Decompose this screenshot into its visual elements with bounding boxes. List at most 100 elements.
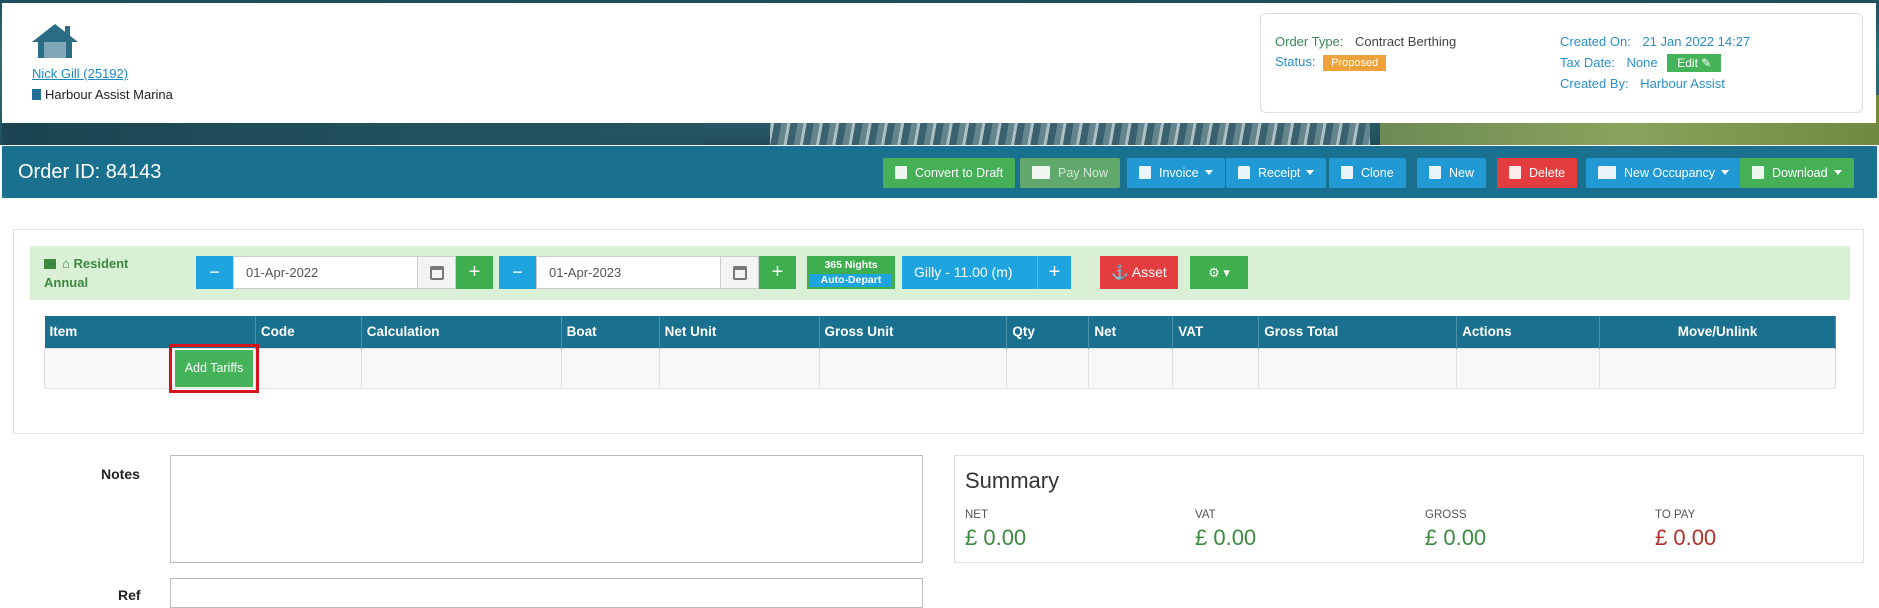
- chevron-down-icon: [1204, 170, 1213, 175]
- nights-badge: 365 Nights Auto-Depart: [807, 256, 895, 289]
- table-cell: [818, 347, 1008, 389]
- basket-icon: [1429, 166, 1441, 179]
- asset-button[interactable]: ⚓ Asset: [1100, 256, 1178, 289]
- table-cell: [360, 347, 562, 389]
- end-date-calendar-button[interactable]: [721, 256, 759, 289]
- boat-select-label: Gilly - 11.00 (m): [914, 264, 1013, 280]
- print-icon: [1238, 166, 1250, 179]
- invoice-button[interactable]: Invoice: [1127, 158, 1225, 188]
- end-date-input[interactable]: 01-Apr-2023: [536, 256, 721, 289]
- table-cell: [1088, 347, 1174, 389]
- background-strip: [2, 123, 702, 145]
- summary-vat: VAT £ 0.00: [1195, 509, 1256, 551]
- net-label: NET: [965, 509, 988, 521]
- created-on-row: Created On: 21 Jan 2022 14:27: [1560, 34, 1750, 49]
- home-small-icon: ⌂: [62, 256, 70, 271]
- order-type-row: Order Type: Contract Berthing: [1275, 34, 1456, 49]
- clone-label: Clone: [1361, 166, 1394, 180]
- summary-to-pay: TO PAY £ 0.00: [1655, 509, 1716, 551]
- convert-to-draft-button[interactable]: Convert to Draft: [883, 158, 1016, 188]
- start-date-increment-button[interactable]: +: [456, 256, 493, 289]
- col-gross-total: Gross Total: [1258, 316, 1458, 348]
- created-on-label: Created On:: [1560, 34, 1631, 49]
- col-calculation: Calculation: [361, 316, 562, 348]
- edit-button-label: Edit: [1677, 56, 1698, 70]
- start-date-input[interactable]: 01-Apr-2022: [233, 256, 418, 289]
- invoice-icon: [1139, 166, 1151, 179]
- nights-count: 365 Nights: [824, 259, 878, 271]
- home-icon[interactable]: [30, 22, 80, 60]
- col-gross-unit: Gross Unit: [819, 316, 1008, 348]
- clone-button[interactable]: Clone: [1329, 158, 1406, 188]
- calendar-icon: [430, 266, 444, 280]
- building-icon: [32, 89, 41, 100]
- berth-row: ⌂ Resident Annual − 01-Apr-2022 + − 01-A…: [30, 246, 1850, 308]
- to-pay-value: £ 0.00: [1655, 525, 1717, 550]
- table-cell: [254, 347, 362, 389]
- created-on-value: 21 Jan 2022 14:27: [1642, 34, 1751, 49]
- chevron-down-icon: [920, 303, 928, 308]
- booking-panel: ⌂ Resident Annual − 01-Apr-2022 + − 01-A…: [13, 229, 1864, 434]
- chevron-down-icon: ▾: [1223, 265, 1230, 280]
- delete-button[interactable]: Delete: [1497, 158, 1578, 188]
- summary-net: NET £ 0.00: [965, 509, 1026, 551]
- download-button[interactable]: Download: [1740, 158, 1854, 188]
- table-cell: [1258, 347, 1458, 389]
- notes-textarea[interactable]: [170, 455, 923, 563]
- table-cell: [1172, 347, 1260, 389]
- receipt-label: Receipt: [1258, 166, 1301, 180]
- add-tariffs-highlight: Add Tariffs: [169, 344, 259, 393]
- gross-value: £ 0.00: [1425, 525, 1487, 550]
- marina-label: Harbour Assist Marina: [45, 87, 173, 102]
- file-icon: [895, 166, 907, 179]
- pay-now-button[interactable]: Pay Now: [1020, 158, 1121, 188]
- tax-date-row: Tax Date: None Edit ✎: [1560, 54, 1722, 72]
- tax-date-label: Tax Date:: [1560, 55, 1615, 70]
- customer-link[interactable]: Nick Gill (25192): [32, 66, 128, 81]
- table-cell: [1006, 347, 1090, 389]
- status-badge: Proposed: [1323, 55, 1387, 71]
- settings-dropdown-button[interactable]: ⚙ ▾: [1190, 256, 1248, 289]
- net-value: £ 0.00: [965, 525, 1027, 550]
- order-info-box: Order Type: Contract Berthing Status: Pr…: [1260, 13, 1863, 113]
- copy-icon: [1341, 166, 1353, 179]
- calendar-icon: [733, 266, 747, 280]
- berth-type-line1: Resident: [73, 256, 129, 271]
- edit-tax-date-button[interactable]: Edit ✎: [1667, 54, 1722, 72]
- new-occupancy-label: New Occupancy: [1624, 166, 1716, 180]
- trash-icon: [1509, 166, 1521, 179]
- order-toolbar: Order ID: 84143 Convert to Draft Pay Now…: [2, 146, 1877, 198]
- ref-input[interactable]: [170, 578, 923, 608]
- vat-value: £ 0.00: [1195, 525, 1257, 550]
- boat-select-button[interactable]: Gilly - 11.00 (m): [902, 256, 1037, 308]
- summary-title: Summary: [965, 468, 1060, 493]
- start-date-decrement-button[interactable]: −: [196, 256, 233, 289]
- created-by-row: Created By: Harbour Assist: [1560, 76, 1725, 91]
- chevron-down-icon: [1306, 170, 1315, 175]
- vat-label: VAT: [1195, 509, 1216, 521]
- summary-panel: Summary NET £ 0.00 VAT £ 0.00 GROSS £ 0.…: [954, 455, 1864, 563]
- receipt-button[interactable]: Receipt: [1226, 158, 1327, 188]
- to-pay-label: TO PAY: [1655, 509, 1696, 521]
- start-date-calendar-button[interactable]: [418, 256, 456, 289]
- end-date-increment-button[interactable]: +: [759, 256, 796, 289]
- edit-icon: ✎: [1701, 56, 1712, 70]
- tax-date-value: None: [1626, 55, 1658, 70]
- end-date-decrement-button[interactable]: −: [499, 256, 536, 289]
- download-icon: [1752, 166, 1764, 179]
- gears-icon: ⚙: [1208, 265, 1220, 280]
- chevron-down-icon: [1833, 170, 1842, 175]
- bed-icon: [44, 259, 56, 269]
- tariff-table: Item Code Calculation Boat Net Unit Gros…: [44, 316, 1836, 389]
- created-by-value: Harbour Assist: [1640, 76, 1725, 91]
- add-tariffs-button[interactable]: Add Tariffs: [175, 350, 253, 387]
- col-net: Net: [1088, 316, 1174, 348]
- new-button[interactable]: New: [1417, 158, 1487, 188]
- col-code: Code: [255, 316, 362, 348]
- notes-label: Notes: [101, 466, 140, 482]
- new-occupancy-button[interactable]: New Occupancy: [1586, 158, 1742, 188]
- table-cell: [1456, 347, 1601, 389]
- table-cell: [560, 347, 660, 389]
- add-boat-button[interactable]: +: [1037, 256, 1071, 289]
- table-cell: [658, 347, 820, 389]
